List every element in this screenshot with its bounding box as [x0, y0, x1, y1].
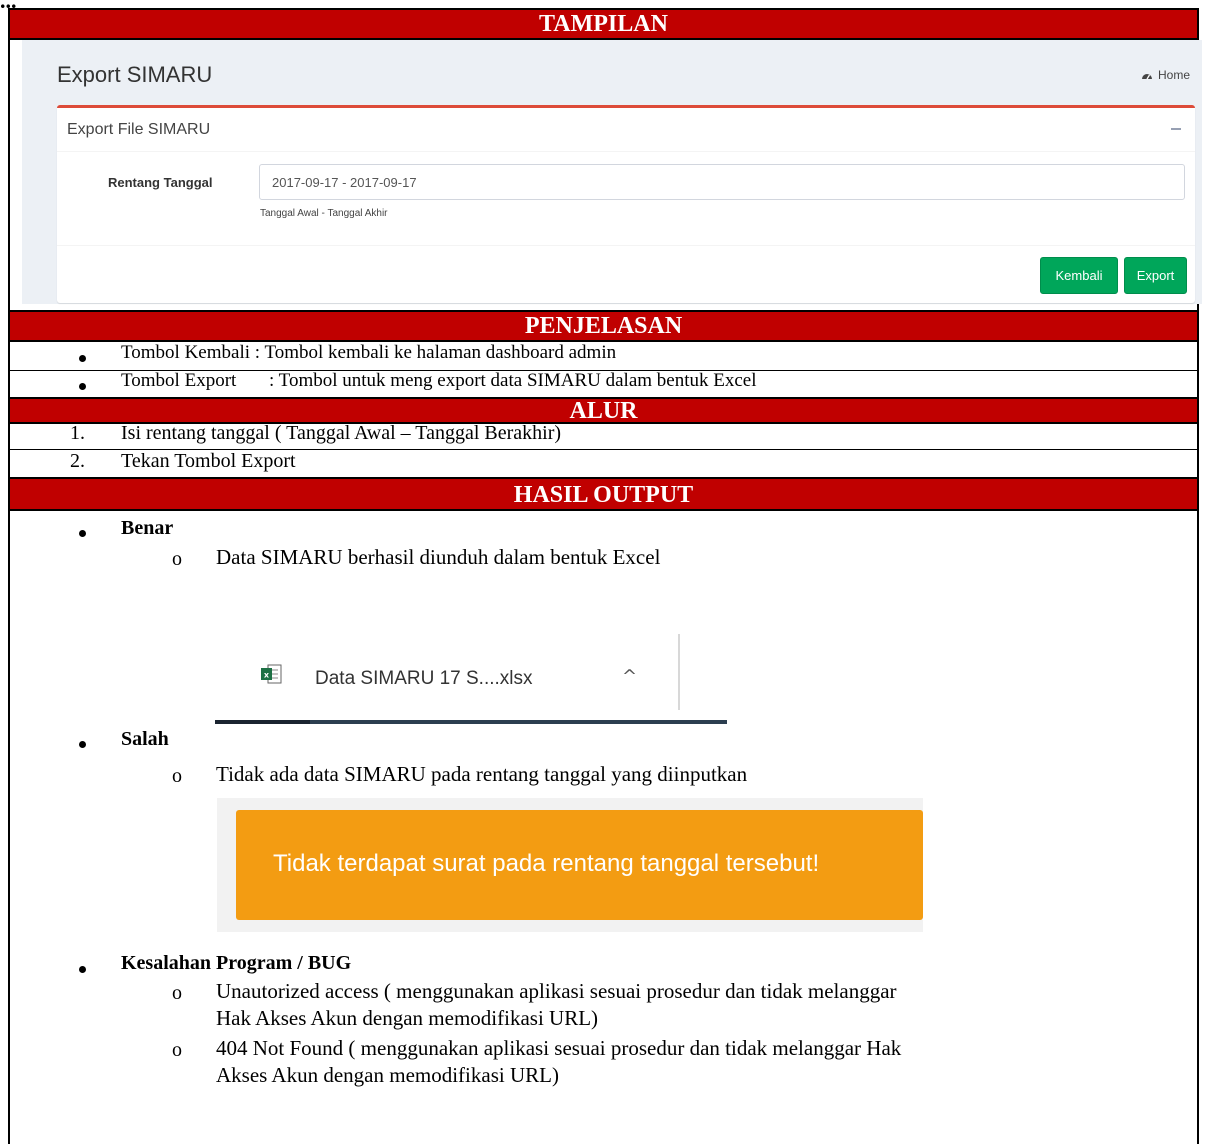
app-screenshot: Export SIMARU Home Export File SIMARU Re… — [22, 40, 1202, 304]
penjelasan-item-name: Tombol Export — [121, 370, 237, 391]
download-bar-bottom — [215, 720, 727, 724]
salah-description: Tidak ada data SIMARU pada rentang tangg… — [216, 762, 748, 786]
penjelasan-item-name: Tombol Kembali — [121, 342, 251, 363]
download-bar[interactable]: x Data SIMARU 17 S....xlsx ^ — [215, 624, 727, 724]
chevron-up-icon[interactable]: ^ — [622, 666, 637, 687]
box-footer: Kembali Export — [57, 245, 1195, 303]
benar-description: Data SIMARU berhasil diunduh dalam bentu… — [216, 545, 661, 569]
bullet-icon — [79, 383, 86, 390]
date-range-help: Tanggal Awal - Tanggal Akhir — [260, 208, 388, 219]
alert-screenshot: Tidak terdapat surat pada rentang tangga… — [217, 798, 923, 932]
collapse-icon[interactable] — [1171, 128, 1181, 130]
penjelasan-item-desc: : Tombol untuk meng export data SIMARU d… — [269, 370, 757, 391]
sub-bullet-icon: o — [172, 765, 182, 787]
rentang-tanggal-label: Rentang Tanggal — [108, 175, 213, 190]
sub-bullet-icon: o — [172, 1039, 182, 1061]
alur-step-text: Isi rentang tanggal ( Tanggal Awal – Tan… — [121, 422, 562, 444]
divider — [678, 634, 680, 710]
document-table: TAMPILAN Export SIMARU Home Export File … — [8, 8, 1202, 1144]
kembali-button[interactable]: Kembali — [1040, 257, 1118, 294]
bullet-icon — [79, 355, 86, 362]
bug-item-line1: 404 Not Found ( menggunakan aplikasi ses… — [216, 1036, 902, 1060]
export-box: Export File SIMARU Rentang Tanggal Tangg… — [57, 105, 1195, 303]
bullet-icon — [79, 966, 86, 973]
penjelasan-item: Tombol Export : Tombol untuk meng export … — [121, 370, 757, 392]
alert-message: Tidak terdapat surat pada rentang tangga… — [273, 850, 820, 877]
bug-item-line1: Unautorized access ( menggunakan aplikas… — [216, 979, 897, 1003]
warning-alert: Tidak terdapat surat pada rentang tangga… — [236, 810, 923, 920]
bug-item-line2: Hak Akses Akun dengan memodifikasi URL) — [216, 1006, 599, 1030]
benar-label: Benar — [121, 517, 174, 539]
section-tampilan-header: TAMPILAN — [10, 8, 1197, 40]
bug-label: Kesalahan Program / BUG — [121, 952, 352, 974]
bug-item-line2: Akses Akun dengan memodifikasi URL) — [216, 1063, 559, 1087]
excel-file-icon: x — [261, 664, 282, 684]
sub-bullet-icon: o — [172, 548, 182, 570]
salah-label: Salah — [121, 728, 169, 750]
alur-step-number: 2. — [70, 450, 85, 472]
bullet-icon — [79, 530, 86, 537]
breadcrumb[interactable]: Home — [1141, 68, 1190, 82]
export-button[interactable]: Export — [1124, 257, 1187, 294]
page-title: Export SIMARU — [57, 62, 213, 87]
box-header: Export File SIMARU — [57, 108, 1195, 152]
breadcrumb-home[interactable]: Home — [1158, 68, 1190, 82]
date-range-input[interactable] — [259, 164, 1185, 200]
section-hasil-header: HASIL OUTPUT — [10, 477, 1197, 511]
alur-step-number: 1. — [70, 422, 85, 444]
section-alur-header: ALUR — [10, 397, 1197, 424]
alur-step: 1. Isi rentang tanggal ( Tanggal Awal – T… — [70, 422, 561, 445]
alur-step: 2. Tekan Tombol Export — [70, 450, 296, 473]
dashboard-icon — [1141, 74, 1152, 80]
penjelasan-item: Tombol Kembali : Tombol kembali ke halam… — [121, 342, 616, 364]
alur-step-text: Tekan Tombol Export — [121, 450, 296, 472]
penjelasan-item-desc: : Tombol kembali ke halaman dashboard ad… — [254, 342, 617, 363]
sub-bullet-icon: o — [172, 982, 182, 1004]
svg-text:x: x — [264, 671, 270, 680]
box-title: Export File SIMARU — [67, 121, 211, 138]
bullet-icon — [79, 741, 86, 748]
section-penjelasan-header: PENJELASAN — [10, 310, 1197, 342]
download-filename[interactable]: Data SIMARU 17 S....xlsx — [315, 668, 533, 690]
